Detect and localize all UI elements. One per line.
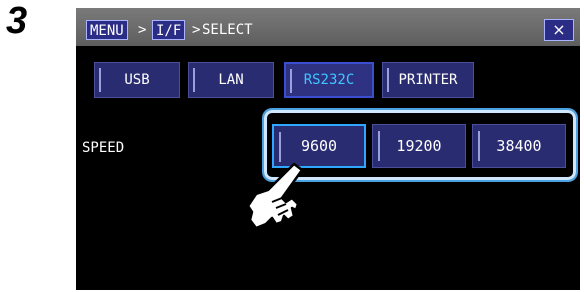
speed-option-label: 19200 [396, 137, 442, 155]
button-marker [378, 131, 380, 161]
speed-38400-button[interactable]: 38400 [472, 124, 566, 168]
pointing-hand-icon [242, 162, 304, 234]
speed-option-label: 9600 [300, 137, 338, 155]
device-screen: MENU > I/F > SELECT × USB LAN RS232C PRI… [76, 8, 580, 290]
button-marker [193, 68, 195, 92]
breadcrumb-current: SELECT [202, 22, 253, 38]
tab-label: USB [124, 72, 150, 88]
tab-label: RS232C [303, 72, 355, 88]
speed-19200-button[interactable]: 19200 [372, 124, 466, 168]
speed-label: SPEED [82, 140, 125, 156]
breadcrumb-separator: > [138, 22, 147, 38]
breadcrumb-menu-button[interactable]: MENU [86, 20, 128, 40]
tab-label: LAN [218, 72, 244, 88]
button-marker [99, 68, 101, 92]
button-marker [290, 69, 292, 93]
breadcrumb-separator: > [192, 22, 201, 38]
button-marker [387, 68, 389, 92]
tab-rs232c[interactable]: RS232C [284, 62, 374, 98]
tab-printer[interactable]: PRINTER [382, 62, 474, 98]
title-bar: MENU > I/F > SELECT × [76, 8, 580, 46]
tab-usb[interactable]: USB [94, 62, 180, 98]
button-marker [478, 131, 480, 161]
step-number: 3 [6, 0, 28, 42]
close-button[interactable]: × [544, 19, 574, 41]
tab-label: PRINTER [398, 72, 458, 88]
breadcrumb-interface-button[interactable]: I/F [152, 20, 186, 40]
speed-option-label: 38400 [496, 137, 542, 155]
tab-lan[interactable]: LAN [188, 62, 274, 98]
